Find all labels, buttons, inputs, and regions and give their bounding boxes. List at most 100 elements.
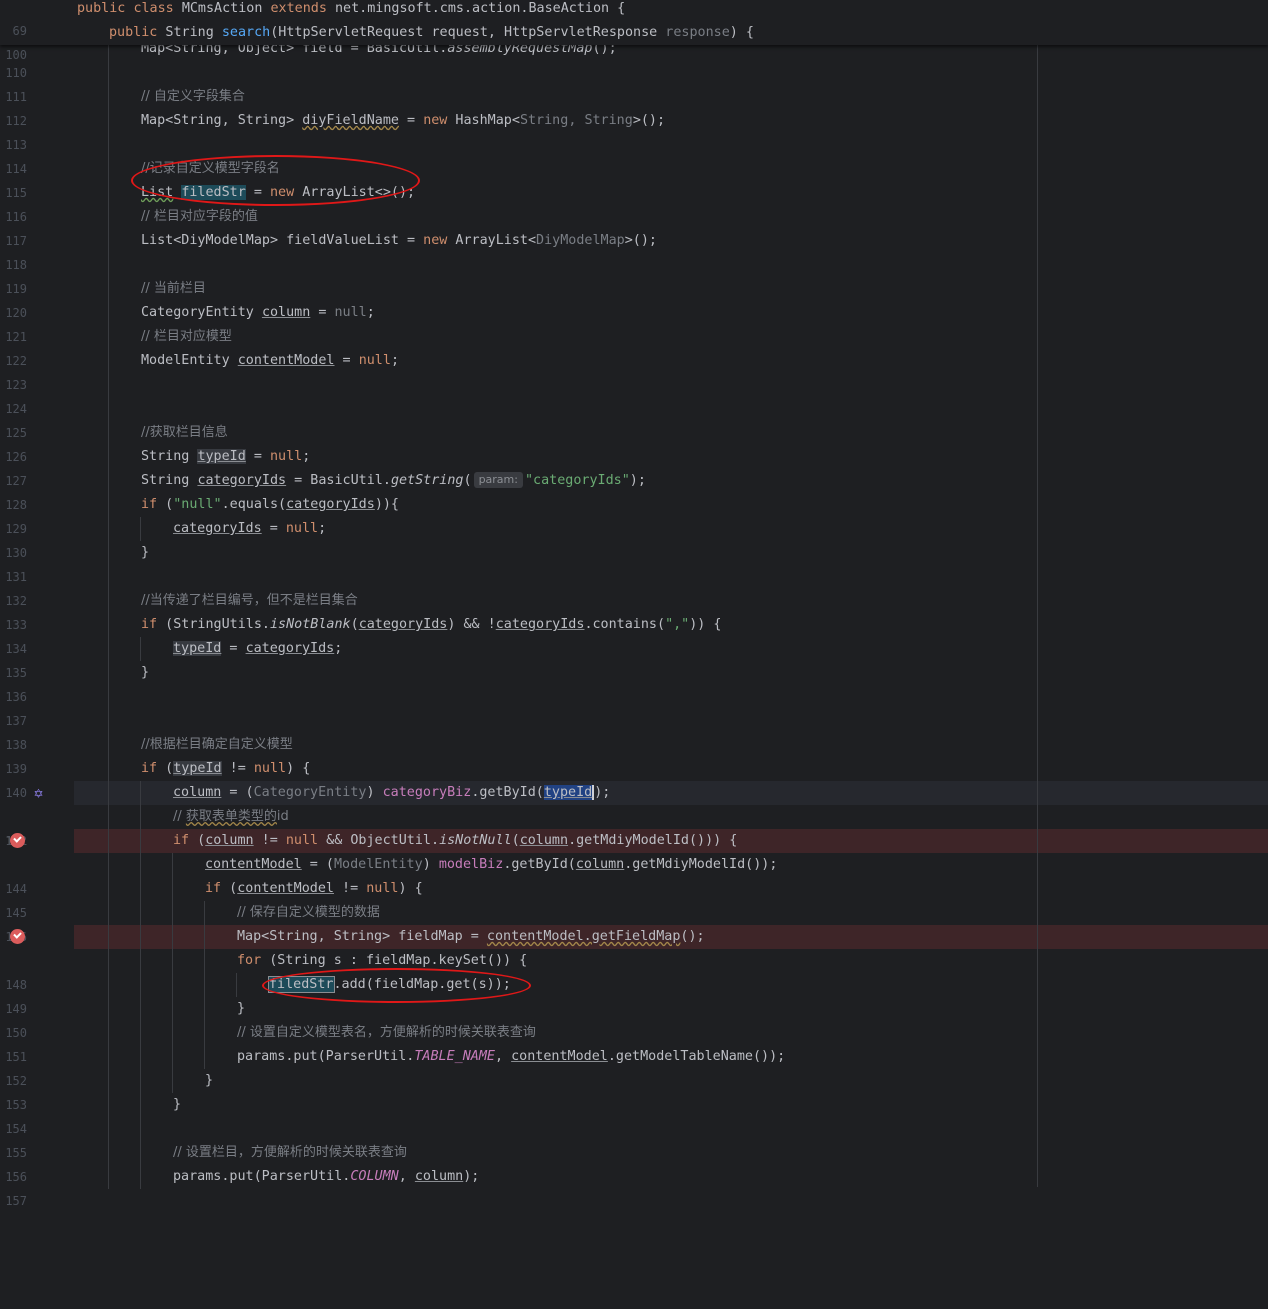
code-line-115[interactable]: 115 //记录自定义模型字段名 xyxy=(0,157,1268,200)
indent-guide xyxy=(108,541,109,565)
code-line-131[interactable]: 131 } xyxy=(0,541,1268,584)
code-line-145[interactable]: 145 if (contentModel != null) { xyxy=(0,877,1268,920)
code-line-117[interactable]: 117 // 栏目对应字段的值 xyxy=(0,205,1268,248)
code-text: String categoryIds = BasicUtil.getString… xyxy=(141,472,646,488)
indent-guide xyxy=(108,1069,109,1093)
indent-guide xyxy=(172,1069,173,1093)
code-line-140[interactable]: 140 if (typeId != null) { xyxy=(0,757,1268,800)
code-line-121[interactable]: 121 CategoryEntity column = null; xyxy=(0,301,1268,344)
code-line-148[interactable]: 148 for (String s : fieldMap.keySet()) { xyxy=(0,949,1268,992)
code-text: List filedStr = new ArrayList<>(); xyxy=(141,185,416,200)
comment: // 当前栏目 xyxy=(141,281,206,296)
indent-guide xyxy=(108,133,109,157)
indent-guide xyxy=(172,949,173,973)
code-line-118[interactable]: 118 List<DiyModelMap> fieldValueList = n… xyxy=(0,229,1268,272)
comment: // 获取表单类型的id xyxy=(173,809,289,824)
code-line-147[interactable]: Map<String, String> fieldMap = contentMo… xyxy=(0,925,1268,949)
code-line-137[interactable]: 137 xyxy=(0,685,1268,728)
code-line-125[interactable]: 125 xyxy=(0,397,1268,440)
indent-guide xyxy=(140,1021,141,1045)
code-line-122[interactable]: 122 // 栏目对应模型 xyxy=(0,325,1268,368)
indent-guide xyxy=(108,589,109,613)
indent-guide xyxy=(108,1117,109,1141)
indent-guide xyxy=(108,445,109,469)
highlighted-variable[interactable]: filedStr xyxy=(268,976,335,993)
code-line-155[interactable]: 155 xyxy=(0,1117,1268,1160)
code-line-156[interactable]: 156 // 设置栏目，方便解析的时候关联表查询 xyxy=(0,1141,1268,1184)
indent-guide xyxy=(108,661,109,685)
indent-guide xyxy=(108,181,109,205)
indent-guide xyxy=(140,901,141,925)
unused-param: response xyxy=(665,25,730,40)
code-line-130[interactable]: 130 categoryIds = null; xyxy=(0,517,1268,560)
code-line-139[interactable]: 139 //根据栏目确定自定义模型 xyxy=(0,733,1268,776)
code-line-153[interactable]: 153 } xyxy=(0,1069,1268,1112)
code-text: Map<String, String> diyFieldName = new H… xyxy=(141,113,666,128)
breakpoint-check-icon[interactable] xyxy=(10,833,25,848)
code-editor[interactable]: 110 Map<String, Object> field = BasicUti… xyxy=(0,37,1268,1208)
code-line-136[interactable]: 136 } xyxy=(0,661,1268,704)
code-line-149[interactable]: 149 filedStr.add(fieldMap.get(s)); xyxy=(0,973,1268,1016)
code-text: } xyxy=(237,1001,246,1016)
ai-assistant-icon[interactable]: ✡ xyxy=(34,781,43,805)
code-line-120[interactable]: 120 // 当前栏目 xyxy=(0,277,1268,320)
code-line-141[interactable]: 141 ✡ column = (CategoryEntity) category… xyxy=(0,781,1268,848)
code-line-127[interactable]: 127 String typeId = null; xyxy=(0,445,1268,488)
highlighted-variable[interactable]: filedStr xyxy=(181,185,246,200)
code-line-132[interactable]: 132 xyxy=(0,565,1268,608)
code-line-134[interactable]: 134 if (StringUtils.isNotBlank(categoryI… xyxy=(0,613,1268,656)
line-number: 157 xyxy=(5,1194,27,1208)
code-line-114[interactable]: 114 xyxy=(0,133,1268,176)
indent-guide xyxy=(140,829,141,853)
code-line-135[interactable]: 135 typeId = categoryIds; xyxy=(0,637,1268,680)
code-line-111[interactable]: 111 xyxy=(0,61,1268,104)
indent-guide xyxy=(108,1021,109,1045)
comment: // 自定义字段集合 xyxy=(141,89,245,104)
indent-guide xyxy=(108,85,109,109)
code-line-123[interactable]: 123 ModelEntity contentModel = null; xyxy=(0,349,1268,392)
code-line-142[interactable]: 142 // 获取表单类型的id xyxy=(0,805,1268,848)
code-line-154[interactable]: 154 } xyxy=(0,1093,1268,1136)
indent-guide xyxy=(172,925,173,949)
comment: // 保存自定义模型的数据 xyxy=(237,905,380,920)
code-line-144[interactable]: 144 contentModel = (ModelEntity) modelBi… xyxy=(0,853,1268,896)
code-line-157[interactable]: 157 params.put(ParserUtil.COLUMN, column… xyxy=(0,1165,1268,1208)
sticky-line-100[interactable]: 100 public String search(HttpServletReque… xyxy=(0,22,1268,62)
indent-guide xyxy=(108,757,109,781)
code-line-116[interactable]: 116 List filedStr = new ArrayList<>(); xyxy=(0,181,1268,224)
code-line-129[interactable]: 129 if ("null".equals(categoryIds)){ xyxy=(0,493,1268,536)
code-line-119[interactable]: 119 xyxy=(0,253,1268,296)
code-line-113[interactable]: 113 Map<String, String> diyFieldName = n… xyxy=(0,109,1268,152)
code-line-124[interactable]: 124 xyxy=(0,373,1268,416)
selected-variable[interactable]: typeId xyxy=(543,785,595,800)
code-line-151[interactable]: 151 // 设置自定义模型表名，方便解析的时候关联表查询 xyxy=(0,1021,1268,1064)
code-text: List<DiyModelMap> fieldValueList = new A… xyxy=(141,233,657,248)
indent-guide xyxy=(108,157,109,181)
code-line-152[interactable]: 152 params.put(ParserUtil.TABLE_NAME, co… xyxy=(0,1045,1268,1088)
params: (HttpServletRequest request, HttpServlet… xyxy=(270,25,666,40)
code-line-138[interactable]: 138 xyxy=(0,709,1268,752)
code-text: for (String s : fieldMap.keySet()) { xyxy=(237,953,528,968)
code-line-112[interactable]: 112 // 自定义字段集合 xyxy=(0,85,1268,128)
indent-guide xyxy=(108,469,109,493)
code-text: } xyxy=(173,1097,182,1112)
code-line-150[interactable]: 150 } xyxy=(0,997,1268,1040)
code-text: params.put(ParserUtil.TABLE_NAME, conten… xyxy=(237,1049,786,1064)
comment: // 设置栏目，方便解析的时候关联表查询 xyxy=(173,1145,407,1160)
comment: // 设置自定义模型表名，方便解析的时候关联表查询 xyxy=(237,1025,536,1040)
indent-guide xyxy=(108,1045,109,1069)
code-line-143[interactable]: if (column != null && ObjectUtil.isNotNu… xyxy=(0,829,1268,853)
indent-guide xyxy=(172,901,173,925)
comment: //当传递了栏目编号，但不是栏目集合 xyxy=(141,593,358,608)
code-line-133[interactable]: 133 //当传递了栏目编号，但不是栏目集合 xyxy=(0,589,1268,632)
code-line-128[interactable]: 128 String categoryIds = BasicUtil.getSt… xyxy=(0,469,1268,512)
code-line-126[interactable]: 126 //获取栏目信息 xyxy=(0,421,1268,464)
code-line-146[interactable]: 146 // 保存自定义模型的数据 xyxy=(0,901,1268,944)
breakpoint-check-icon[interactable] xyxy=(10,929,25,944)
indent-guide xyxy=(140,973,141,997)
sticky-line-69[interactable]: 69 public class MCmsAction extends net.mi… xyxy=(0,0,1268,38)
code-text: } xyxy=(141,665,150,680)
indent-guide xyxy=(204,901,205,925)
class-name: MCmsAction xyxy=(181,1,263,16)
sticky-lines-header: 69 public class MCmsAction extends net.mi… xyxy=(0,0,1268,62)
